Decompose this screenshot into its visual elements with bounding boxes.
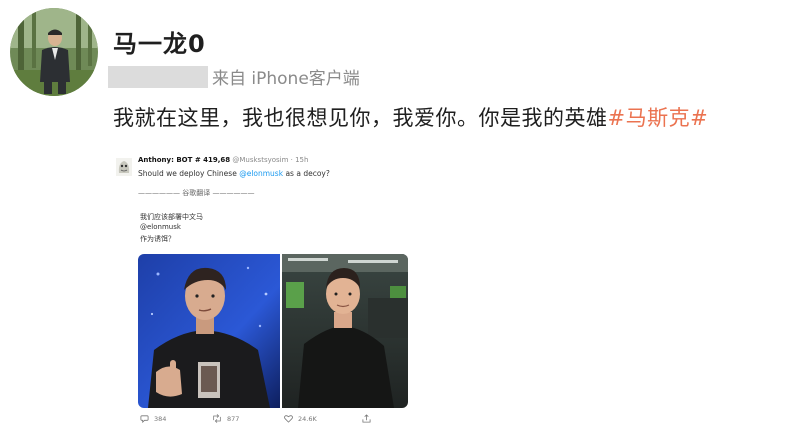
like-count: 24.6K <box>298 414 317 423</box>
photo-left <box>138 254 280 408</box>
tweet-actions: 384 877 24.6K <box>138 414 408 428</box>
username[interactable]: 马一龙0 <box>113 24 206 59</box>
tweet-header: Anthony: BOT # 419,68 @Muskstsyosim · 15… <box>138 156 308 164</box>
tweet-text: Should we deploy Chinese @elonmusk as a … <box>138 169 330 178</box>
photo-right <box>282 254 408 408</box>
translated-line-3: 作为诱饵？ <box>140 235 175 243</box>
translated-line-1: 我们应该部署中文马 <box>140 213 203 221</box>
reply-count: 384 <box>154 414 167 423</box>
redacted-timestamp <box>108 66 208 88</box>
tweet-screenshot[interactable]: Anthony: BOT # 419,68 @Muskstsyosim · 15… <box>112 150 412 432</box>
post-text: 我就在这里，我也很想见你，我爱你。你是我的英雄#马斯克# <box>113 102 708 132</box>
avatar-photo <box>10 8 98 96</box>
translated-line-2: @elonmusk <box>140 223 181 231</box>
retweet-action[interactable]: 877 <box>212 414 239 423</box>
tweet-text-after: as a decoy? <box>283 169 330 178</box>
post-source: 来自 iPhone客户端 <box>212 69 360 89</box>
share-icon <box>362 414 371 423</box>
tweet-text-before: Should we deploy Chinese <box>138 169 240 178</box>
share-action[interactable] <box>362 414 371 423</box>
tweet-handle-time: @Muskstsyosim · 15h <box>232 156 309 164</box>
reply-icon <box>140 415 149 423</box>
like-icon <box>284 415 293 423</box>
post-body: 我就在这里，我也很想见你，我爱你。你是我的英雄 <box>113 106 608 130</box>
tweet-mention: @elonmusk <box>239 169 284 178</box>
retweet-icon <box>213 414 221 423</box>
like-action[interactable]: 24.6K <box>284 414 317 423</box>
avatar[interactable] <box>10 8 98 96</box>
tweet-avatar <box>116 158 132 176</box>
tweet-photos <box>138 254 408 408</box>
tweet-display-name: Anthony: BOT # 419,68 <box>138 156 231 164</box>
translate-label: —————— 谷歌翻译 —————— <box>138 189 255 197</box>
hashtag-link[interactable]: #马斯克# <box>608 106 709 130</box>
retweet-count: 877 <box>227 414 240 423</box>
reply-action[interactable]: 384 <box>140 414 166 423</box>
